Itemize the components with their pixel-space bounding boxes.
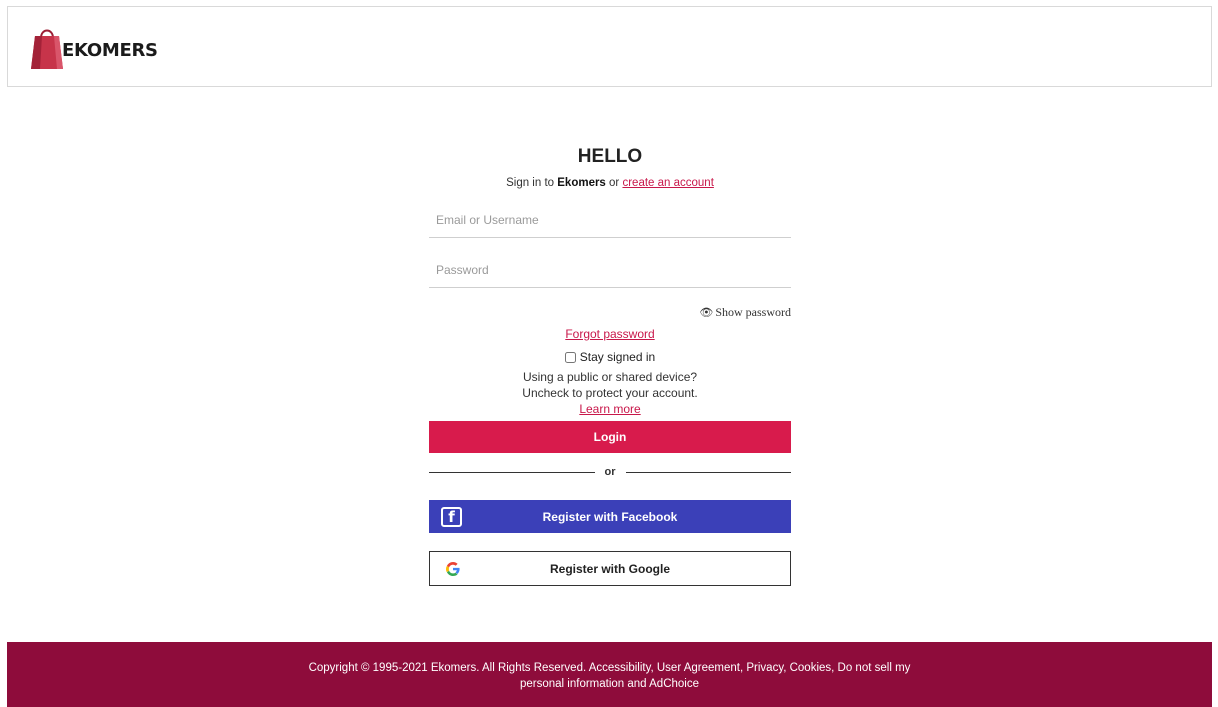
login-form: HELLO Sign in to Ekomers or create an ac… <box>429 140 791 586</box>
or-divider: or <box>429 463 791 481</box>
learn-more-link[interactable]: Learn more <box>579 402 640 416</box>
divider-line-left <box>429 471 595 473</box>
subtitle-or: or <box>605 177 623 189</box>
divider-text: or <box>604 466 616 478</box>
site-header: EKOMERS <box>7 6 1212 87</box>
email-input[interactable] <box>429 202 791 237</box>
show-password-toggle[interactable]: 👁 Show password <box>429 305 791 320</box>
google-button-label: Register with Google <box>549 561 670 576</box>
shared-device-info: Using a public or shared device? Uncheck… <box>429 369 791 417</box>
facebook-button-label: Register with Facebook <box>542 509 678 524</box>
footer-copyright: Copyright © 1995-2021 Ekomers. All Right… <box>308 662 911 690</box>
logo-text: EKOMERS <box>62 40 158 61</box>
stay-signed-in-checkbox[interactable] <box>564 351 576 363</box>
login-button[interactable]: Login <box>429 421 791 453</box>
facebook-icon: f <box>441 507 462 527</box>
site-footer: Copyright © 1995-2021 Ekomers. All Right… <box>7 642 1212 707</box>
divider-line-right <box>625 471 791 473</box>
show-password-label: Show password <box>715 305 791 319</box>
forgot-password-row: Forgot password <box>429 327 791 341</box>
signin-subtitle: Sign in to Ekomers or create an account <box>429 177 791 189</box>
info-line-1: Using a public or shared device? <box>522 370 698 384</box>
stay-signed-in[interactable]: Stay signed in <box>429 350 791 364</box>
shopping-bag-icon <box>31 29 63 69</box>
forgot-password-link[interactable]: Forgot password <box>565 327 654 341</box>
email-field-wrapper <box>429 202 791 238</box>
create-account-link[interactable]: create an account <box>622 177 713 189</box>
password-field-wrapper <box>429 252 791 288</box>
info-line-2: Uncheck to protect your account. <box>522 386 698 400</box>
register-google-button[interactable]: Register with Google <box>429 551 791 586</box>
brand-logo[interactable]: EKOMERS <box>30 22 158 70</box>
eye-icon: 👁 <box>699 307 714 319</box>
register-facebook-button[interactable]: f Register with Facebook <box>429 500 791 533</box>
google-icon <box>446 562 460 576</box>
page-title: HELLO <box>577 146 643 167</box>
subtitle-brand: Ekomers <box>557 177 606 189</box>
subtitle-prefix: Sign in to <box>506 177 558 189</box>
stay-signed-in-label: Stay signed in <box>579 350 656 364</box>
password-input[interactable] <box>429 252 791 287</box>
